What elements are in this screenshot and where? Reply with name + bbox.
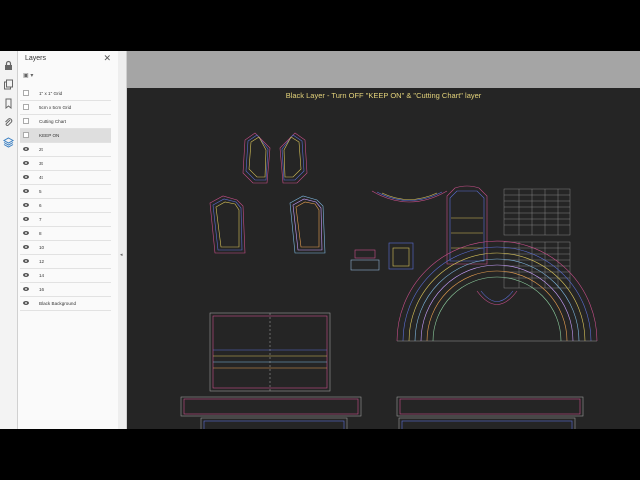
attachment-icon[interactable] xyxy=(3,117,14,128)
eye-icon[interactable] xyxy=(23,259,29,263)
close-icon[interactable]: ✕ xyxy=(103,53,111,64)
eye-icon[interactable] xyxy=(23,287,29,291)
layer-row[interactable]: 5 xyxy=(20,185,111,199)
layer-row[interactable]: KEEP ON xyxy=(20,129,111,143)
layer-label: 1" x 1" Grid xyxy=(39,91,63,96)
layer-row[interactable]: Black Background xyxy=(20,297,111,311)
layer-label: 5 xyxy=(39,189,42,194)
eye-icon[interactable] xyxy=(23,203,29,207)
layer-row[interactable]: 5cm x 5cm Grid xyxy=(20,101,111,115)
layer-label: 5cm x 5cm Grid xyxy=(39,105,72,110)
eye-icon[interactable] xyxy=(23,189,29,193)
vest-back-pieces xyxy=(209,195,326,254)
bodice-rectangle-piece xyxy=(209,312,331,392)
small-pieces xyxy=(350,242,414,271)
eye-icon[interactable] xyxy=(23,245,29,249)
layers-icon[interactable] xyxy=(3,137,14,148)
eye-icon[interactable] xyxy=(23,273,29,277)
layer-list: 1" x 1" Grid 5cm x 5cm Grid Cutting Chart K… xyxy=(20,87,111,311)
layer-label: Cutting Chart xyxy=(39,119,67,124)
vest-front-piece xyxy=(242,132,308,184)
eye-icon[interactable] xyxy=(23,231,29,235)
layer-label: 3t xyxy=(39,161,43,166)
layer-row[interactable]: 1" x 1" Grid xyxy=(20,87,111,101)
layer-row[interactable]: 14 xyxy=(20,269,111,283)
tool-rail xyxy=(0,51,18,429)
layer-label: 8 xyxy=(39,231,42,236)
visibility-checkbox[interactable] xyxy=(23,118,29,124)
sewing-pattern-artwork xyxy=(180,132,598,429)
layer-label: 16 xyxy=(39,287,45,292)
layer-label: 4t xyxy=(39,175,43,180)
layer-row[interactable]: 8 xyxy=(20,227,111,241)
visibility-checkbox[interactable] xyxy=(23,90,29,96)
layer-options-button[interactable]: ▣ ▾ xyxy=(23,72,33,79)
pages-icon[interactable] xyxy=(3,79,14,90)
visibility-checkbox[interactable] xyxy=(23,104,29,110)
pdf-viewer: Layers ✕ ▣ ▾ 1" x 1" Grid 5cm x 5cm Grid C… xyxy=(0,51,640,429)
eye-icon[interactable] xyxy=(23,301,29,305)
layer-label: 7 xyxy=(39,217,42,222)
layer-label: 2t xyxy=(39,147,43,152)
layer-label: 6 xyxy=(39,203,42,208)
collapse-icon[interactable]: ◂ xyxy=(120,252,123,258)
layers-panel: Layers ✕ ▣ ▾ 1" x 1" Grid 5cm x 5cm Grid C… xyxy=(18,51,119,429)
layer-label: 10 xyxy=(39,245,45,250)
layer-row[interactable]: 7 xyxy=(20,213,111,227)
visibility-checkbox[interactable] xyxy=(23,132,29,138)
eye-icon[interactable] xyxy=(23,217,29,221)
layer-row[interactable]: 6 xyxy=(20,199,111,213)
panel-splitter[interactable]: ◂ xyxy=(118,51,127,429)
layer-label: 12 xyxy=(39,259,45,264)
layer-row[interactable]: 12 xyxy=(20,255,111,269)
circle-skirt-piece xyxy=(396,240,598,342)
layer-row[interactable]: 4t xyxy=(20,171,111,185)
layer-row[interactable]: 3t xyxy=(20,157,111,171)
document-page: Black Layer - Turn OFF "KEEP ON" & "Cutt… xyxy=(127,88,640,429)
layer-row[interactable]: 2t xyxy=(20,143,111,157)
eye-icon[interactable] xyxy=(23,161,29,165)
eye-icon[interactable] xyxy=(23,147,29,151)
layer-label: Black Background xyxy=(39,301,77,306)
collar-piece xyxy=(371,190,448,203)
layer-label: 14 xyxy=(39,273,45,278)
panel-title: Layers xyxy=(25,55,47,62)
bookmark-icon[interactable] xyxy=(3,98,14,109)
layer-label: KEEP ON xyxy=(39,133,60,138)
lock-icon[interactable] xyxy=(3,60,14,71)
eye-icon[interactable] xyxy=(23,175,29,179)
page-gutter xyxy=(127,51,640,88)
sleeve-piece xyxy=(446,185,488,265)
layer-row[interactable]: 10 xyxy=(20,241,111,255)
layer-row[interactable]: 16 xyxy=(20,283,111,297)
layer-row[interactable]: Cutting Chart xyxy=(20,115,111,129)
waistband-pieces-left xyxy=(180,396,362,429)
waistband-pieces-right xyxy=(396,396,584,429)
